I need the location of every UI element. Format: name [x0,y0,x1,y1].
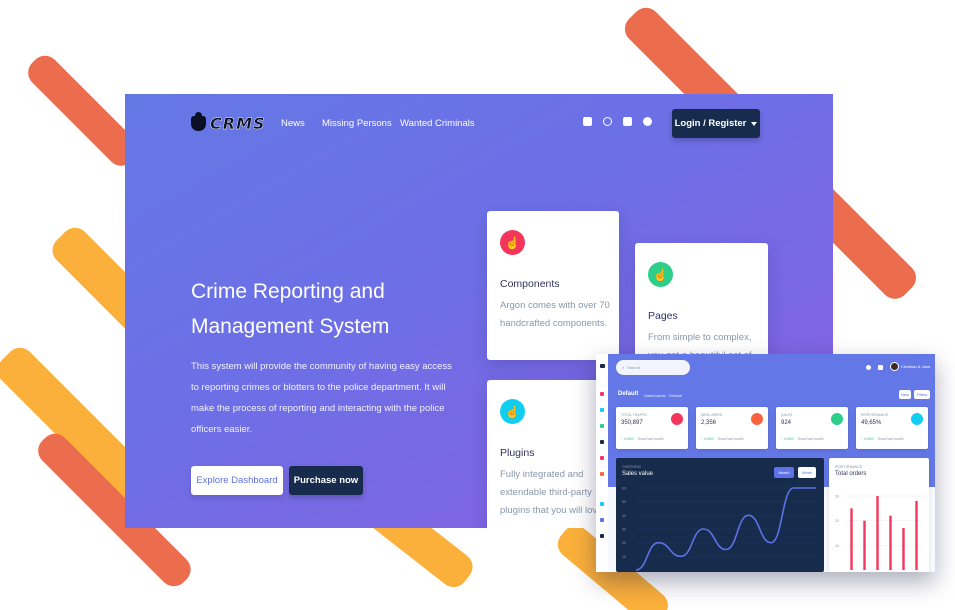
order-bar [902,528,905,570]
y-tick-label: 20 [835,519,839,523]
stat-card-new-users: NEW USERS 2,356 ↑ 3.48% Since last month [696,407,768,449]
y-tick-label: 10 [835,544,839,548]
explore-dashboard-button[interactable]: Explore Dashboard [191,466,283,495]
stat-footer: ↑ 3.48% Since last month [701,437,744,441]
stat-note: Since last month [877,437,904,441]
sales-value-chart-card: OVERVIEW Sales value Month Week 60 50 40 30… [616,458,824,572]
order-bar [915,500,918,570]
stat-label: NEW USERS [701,413,723,417]
new-button[interactable]: New [899,390,911,399]
stat-card-performance: PERFORMANCE 49,65% ↑ 3.48% Since last mon… [856,407,928,449]
y-tick-label: 20 [622,541,626,545]
y-tick-label: 10 [622,555,626,559]
stat-change: 3.48% [623,437,634,441]
stat-footer: ↑ 3.48% Since last month [861,437,904,441]
dashboard-page-title: Default [618,391,639,397]
caret-down-icon [751,121,758,126]
sidebar-icon-maps[interactable] [600,472,604,476]
stat-icon [751,413,763,425]
nav-link-missing-persons[interactable]: Missing Persons [322,118,392,129]
order-bar [889,515,892,570]
stat-footer: ↑ 3.48% Since last month [781,437,824,441]
y-tick-label: 50 [622,500,626,504]
y-tick-label: 30 [622,528,626,532]
menu-icon[interactable] [600,364,605,368]
sidebar-icon-examples[interactable] [600,408,604,412]
stat-change: 3.48% [783,437,794,441]
purchase-now-button[interactable]: Purchase now [289,466,363,495]
brand-logo-text: CRMS [210,114,266,133]
y-tick-label: 60 [622,487,626,491]
stat-value: 2,356 [701,420,717,426]
stat-note: Since last month [797,437,824,441]
hero-headline-line-2: Management System [191,315,390,338]
facebook-icon[interactable] [583,117,592,126]
order-bar [876,496,879,570]
order-bar [863,520,866,570]
stat-card-total-traffic: TOTAL TRAFFIC 350,897 ↑ 3.48% Since last … [616,407,688,449]
y-tick-label: 30 [835,495,839,499]
hero-headline-line-1: Crime Reporting and [191,280,385,303]
sidebar-icon-widgets[interactable] [600,502,604,506]
stat-change: 3.48% [703,437,714,441]
feature-card-title: Components [500,278,560,290]
nav-link-news[interactable]: News [281,118,305,129]
hero-description: This system will provide the community o… [191,361,452,435]
github-icon[interactable] [643,117,652,126]
breadcrumb[interactable]: Dashboards · Default [644,393,682,398]
sidebar-icon-forms[interactable] [600,440,604,444]
sidebar-icon-calendar[interactable] [600,534,604,538]
avatar[interactable] [890,362,899,371]
brand-logo[interactable]: CRMS [191,112,266,133]
dashboard-search-input[interactable]: ⌕ Search [616,360,690,375]
sidebar-icon-components[interactable] [600,424,604,428]
login-register-label: Login / Register [674,118,747,129]
stat-note: Since last month [637,437,664,441]
search-placeholder: Search [627,365,640,370]
stat-icon [671,413,683,425]
feature-card-title: Pages [648,310,678,322]
dashboard-sidebar [596,354,608,572]
total-orders-chart-card: PERFORMANCE Total orders 30 20 10 [829,458,929,572]
sales-line-chart: 60 50 40 30 20 10 [622,487,816,571]
sidebar-icon-tables[interactable] [600,456,604,460]
feature-card-components[interactable]: ☝ Components Argon comes with over 70 ha… [487,211,619,360]
sidebar-icon-dashboard[interactable] [600,392,604,396]
stat-change: 3.48% [863,437,874,441]
stat-footer: ↑ 3.48% Since last month [621,437,664,441]
stat-note: Since last month [717,437,744,441]
stat-label: SALES [781,413,793,417]
sidebar-icon-charts[interactable] [600,518,604,522]
notification-bell-icon[interactable] [866,365,871,370]
dashboard-preview: ⌕ Search Christian & Jane Default Dashbo… [596,354,935,572]
stat-icon [911,413,923,425]
police-logo-icon [191,112,206,131]
stat-value: 49,65% [861,420,882,426]
filters-button[interactable]: Filters [914,390,930,399]
pointer-hand-icon: ☝ [500,399,525,424]
stat-value: 924 [781,420,792,426]
nav-link-wanted-criminals[interactable]: Wanted Criminals [400,118,475,129]
feature-card-title: Plugins [500,447,535,459]
twitter-icon[interactable] [623,117,632,126]
stat-label: PERFORMANCE [861,413,889,417]
stat-value: 350,897 [621,420,643,426]
hero-headline: Crime Reporting and Management System [191,274,491,344]
stat-card-sales: SALES 924 ↑ 3.48% Since last month [776,407,848,449]
pointer-hand-icon: ☝ [648,262,673,287]
apps-grid-icon[interactable] [878,365,883,370]
search-icon: ⌕ [622,365,625,370]
feature-card-text: Argon comes with over 70 handcrafted com… [500,300,610,329]
top-navbar: CRMS News Missing Persons Wanted Crimina… [125,94,833,154]
instagram-icon[interactable] [603,117,612,126]
stat-label: TOTAL TRAFFIC [621,413,648,417]
order-bar [850,508,853,570]
user-name[interactable]: Christian & Jane [901,364,930,369]
orders-bar-chart: 30 20 10 [835,495,923,570]
pointer-hand-icon: ☝ [500,230,525,255]
stat-icon [831,413,843,425]
login-register-button[interactable]: Login / Register [672,109,760,138]
y-tick-label: 40 [622,514,626,518]
